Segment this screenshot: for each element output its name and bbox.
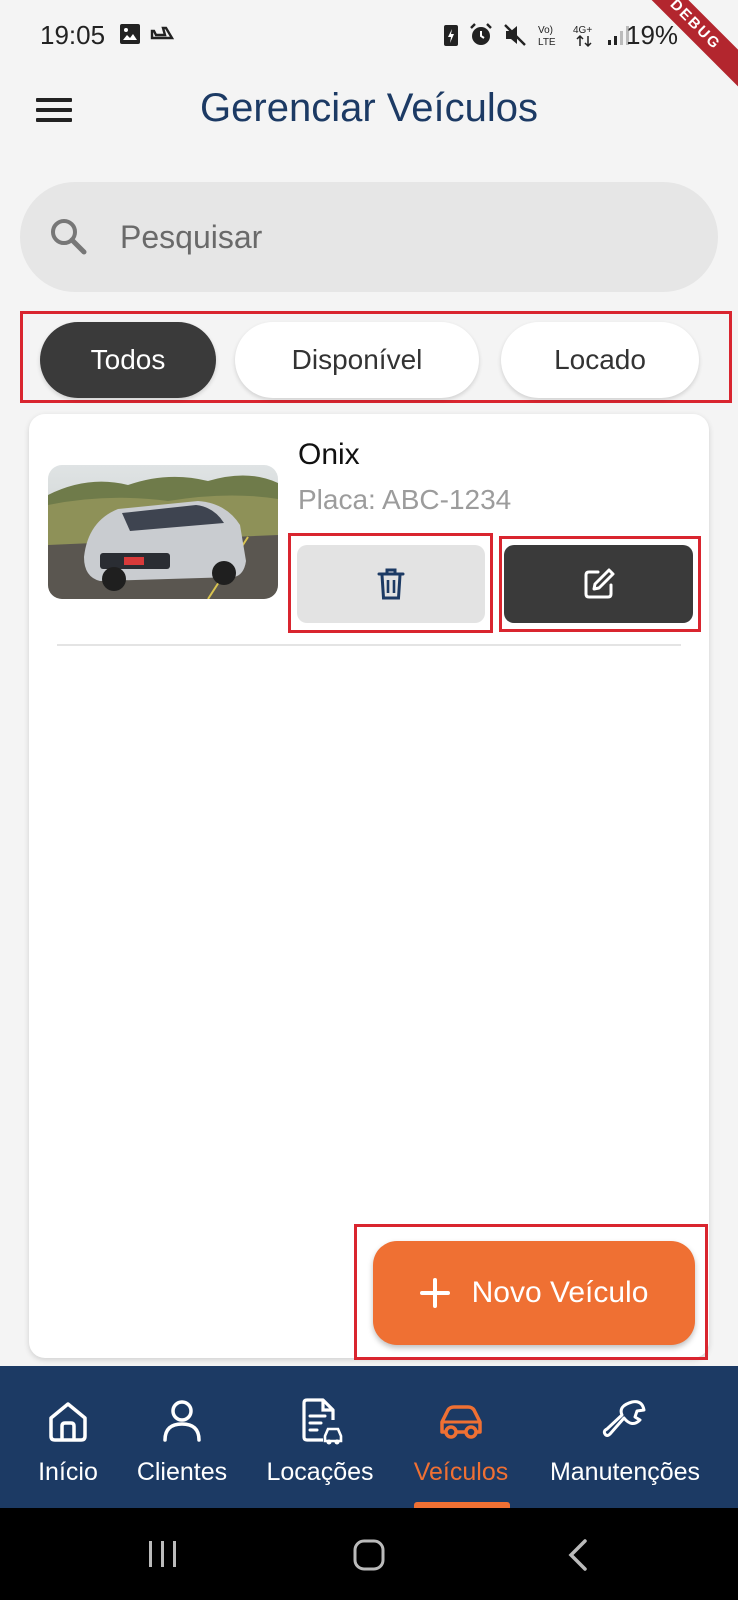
recent-apps-icon[interactable]: [146, 1538, 180, 1570]
filter-chip-locado[interactable]: Locado: [501, 322, 699, 398]
filter-chip-disponivel[interactable]: Disponível: [235, 322, 479, 398]
delete-vehicle-button[interactable]: [297, 545, 485, 623]
delete-button-highlight: [288, 533, 493, 633]
edit-icon: [584, 568, 614, 599]
battery-saver-icon: [444, 25, 458, 46]
status-time: 19:05: [40, 20, 106, 50]
nav-item-locacoes[interactable]: Locações: [262, 1366, 378, 1508]
search-input[interactable]: [120, 210, 680, 264]
network-4g-icon: 4G+: [573, 25, 592, 48]
nav-item-manutencoes[interactable]: Manutenções: [548, 1366, 702, 1508]
alarm-icon: [470, 23, 492, 45]
fab-highlight: Novo Veículo: [354, 1224, 708, 1360]
search-bar[interactable]: [20, 182, 718, 292]
back-icon[interactable]: [566, 1538, 590, 1572]
page-title: Gerenciar Veículos: [200, 86, 538, 130]
svg-text:Vo): Vo): [538, 25, 553, 36]
nav-item-inicio[interactable]: Início: [30, 1366, 106, 1508]
vehicle-name: Onix: [298, 438, 360, 471]
nav-item-veiculos[interactable]: Veículos: [408, 1366, 514, 1508]
filter-chips: Todos Disponível Locado: [20, 311, 732, 403]
system-navigation-bar: [0, 1508, 738, 1600]
new-vehicle-button[interactable]: Novo Veículo: [373, 1241, 695, 1345]
svg-text:4G+: 4G+: [573, 25, 592, 36]
edit-vehicle-button[interactable]: [504, 545, 693, 623]
mute-icon: [504, 24, 526, 46]
svg-text:LTE: LTE: [538, 37, 556, 48]
nav-label: Veículos: [413, 1458, 509, 1486]
gallery-icon: [120, 24, 140, 44]
app-bar: Gerenciar Veículos: [0, 72, 738, 148]
vehicle-list-card: Onix Placa: ABC-1234: [29, 414, 709, 1358]
status-icons-right: Vo) LTE 4G+: [442, 22, 630, 48]
volte-icon: Vo) LTE: [538, 25, 556, 48]
nav-label: Locações: [266, 1458, 374, 1486]
list-divider: [57, 644, 681, 646]
battery-percent: 19%: [626, 20, 679, 50]
status-icons-left: [118, 22, 176, 46]
document-car-icon: [302, 1398, 343, 1445]
nav-label: Início: [38, 1458, 98, 1486]
nav-label: Clientes: [136, 1458, 228, 1486]
filter-chip-todos[interactable]: Todos: [40, 322, 216, 398]
nav-label: Manutenções: [549, 1458, 701, 1486]
plus-icon: [419, 1278, 450, 1308]
plane-icon: [150, 26, 175, 40]
edit-button-highlight: [499, 536, 701, 632]
search-icon: [51, 219, 87, 255]
user-icon: [163, 1400, 201, 1442]
bottom-navigation: Início Clientes Locações Veículos Manute…: [0, 1366, 738, 1508]
vehicle-plate: Placa: ABC-1234: [298, 484, 512, 515]
vehicle-photo: [48, 465, 278, 599]
trash-icon: [377, 568, 405, 600]
wrench-icon: [602, 1400, 646, 1437]
home-icon: [49, 1402, 87, 1442]
car-icon: [440, 1405, 482, 1439]
nav-item-clientes[interactable]: Clientes: [132, 1366, 232, 1508]
status-bar: 19:05 Vo) LTE 4G+ 19% DEBUG: [0, 0, 738, 102]
new-vehicle-label: Novo Veículo: [471, 1276, 649, 1309]
home-button-icon[interactable]: [352, 1538, 386, 1572]
